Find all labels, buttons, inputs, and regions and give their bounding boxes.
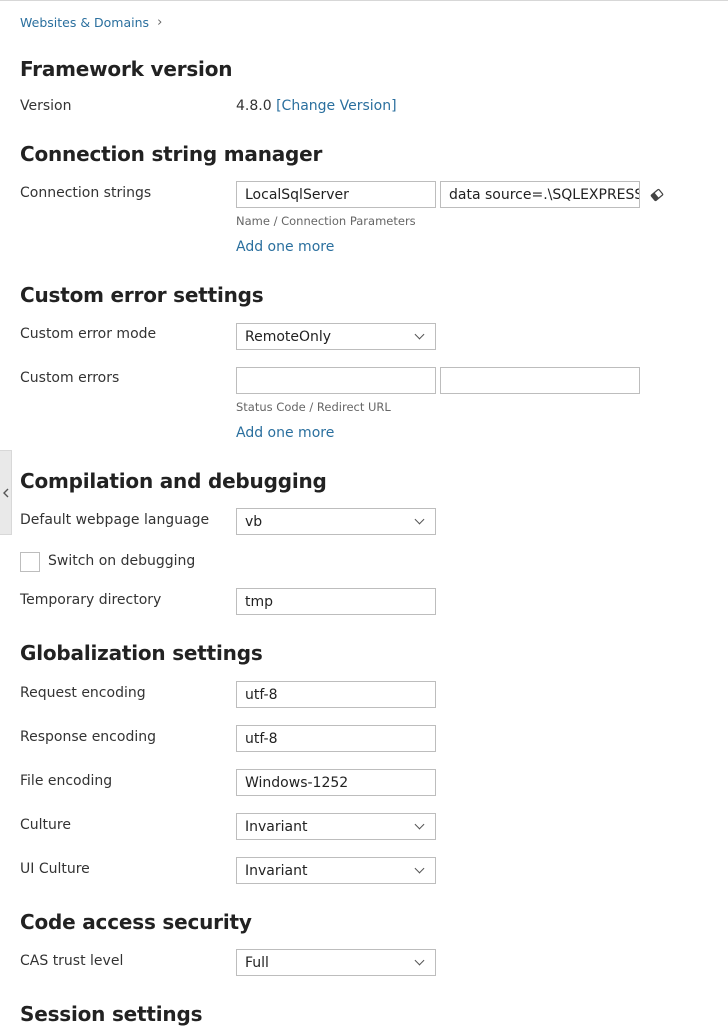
request-encoding-input[interactable]: utf-8	[236, 681, 436, 708]
chevron-down-icon	[414, 819, 425, 830]
default-language-select[interactable]: vb	[236, 508, 436, 535]
response-encoding-input[interactable]: utf-8	[236, 725, 436, 752]
custom-error-mode-select[interactable]: RemoteOnly	[236, 323, 436, 350]
section-title-cas: Code access security	[20, 910, 252, 934]
ui-culture-value: Invariant	[245, 862, 308, 879]
chevron-down-icon	[414, 514, 425, 525]
sidebar-collapse-tab[interactable]	[0, 450, 12, 535]
top-divider	[0, 0, 728, 1]
version-value: 4.8.0	[236, 98, 272, 114]
custom-errors-label: Custom errors	[20, 370, 120, 386]
section-title-connection: Connection string manager	[20, 142, 323, 166]
connection-name-input[interactable]: LocalSqlServer	[236, 181, 436, 208]
chevron-right-icon: ›	[157, 15, 163, 30]
version-value-row: 4.8.0 [Change Version]	[236, 98, 397, 114]
section-title-framework: Framework version	[20, 57, 233, 81]
temp-directory-input[interactable]: tmp	[236, 588, 436, 615]
connection-params-input[interactable]: data source=.\SQLEXPRESS;I	[440, 181, 640, 208]
connection-strings-label: Connection strings	[20, 185, 152, 201]
redirect-url-input[interactable]	[440, 367, 640, 394]
chevron-down-icon	[414, 863, 425, 874]
change-version-link[interactable]: [Change Version]	[276, 98, 396, 114]
custom-error-mode-label: Custom error mode	[20, 326, 157, 342]
eraser-icon[interactable]	[648, 186, 666, 208]
add-connection-link[interactable]: Add one more	[236, 239, 334, 255]
add-custom-error-link[interactable]: Add one more	[236, 425, 334, 441]
cas-trust-level-value: Full	[245, 954, 269, 971]
default-language-value: vb	[245, 513, 263, 530]
request-encoding-label: Request encoding	[20, 685, 146, 701]
debugging-label[interactable]: Switch on debugging	[48, 553, 195, 569]
ui-culture-label: UI Culture	[20, 861, 90, 877]
status-code-input[interactable]	[236, 367, 436, 394]
response-encoding-label: Response encoding	[20, 729, 156, 745]
cas-trust-level-label: CAS trust level	[20, 953, 124, 969]
debugging-checkbox[interactable]	[20, 552, 40, 572]
culture-label: Culture	[20, 817, 71, 833]
section-title-globalization: Globalization settings	[20, 641, 263, 665]
section-title-custom-errors: Custom error settings	[20, 283, 264, 307]
section-title-compilation: Compilation and debugging	[20, 469, 327, 493]
breadcrumb-link-websites-domains[interactable]: Websites & Domains	[20, 15, 149, 30]
culture-select[interactable]: Invariant	[236, 813, 436, 840]
file-encoding-input[interactable]: Windows-1252	[236, 769, 436, 796]
chevron-down-icon	[414, 329, 425, 340]
section-title-session: Session settings	[20, 1002, 203, 1026]
default-language-label: Default webpage language	[20, 512, 210, 528]
chevron-left-icon	[2, 488, 8, 497]
custom-error-mode-value: RemoteOnly	[245, 328, 332, 345]
temp-directory-label: Temporary directory	[20, 592, 162, 608]
culture-value: Invariant	[245, 818, 308, 835]
ui-culture-select[interactable]: Invariant	[236, 857, 436, 884]
breadcrumb: Websites & Domains ›	[20, 15, 162, 30]
connection-hint: Name / Connection Parameters	[236, 214, 416, 228]
cas-trust-level-select[interactable]: Full	[236, 949, 436, 976]
chevron-down-icon	[414, 955, 425, 966]
custom-errors-hint: Status Code / Redirect URL	[236, 400, 391, 414]
version-label: Version	[20, 98, 72, 114]
file-encoding-label: File encoding	[20, 773, 113, 789]
